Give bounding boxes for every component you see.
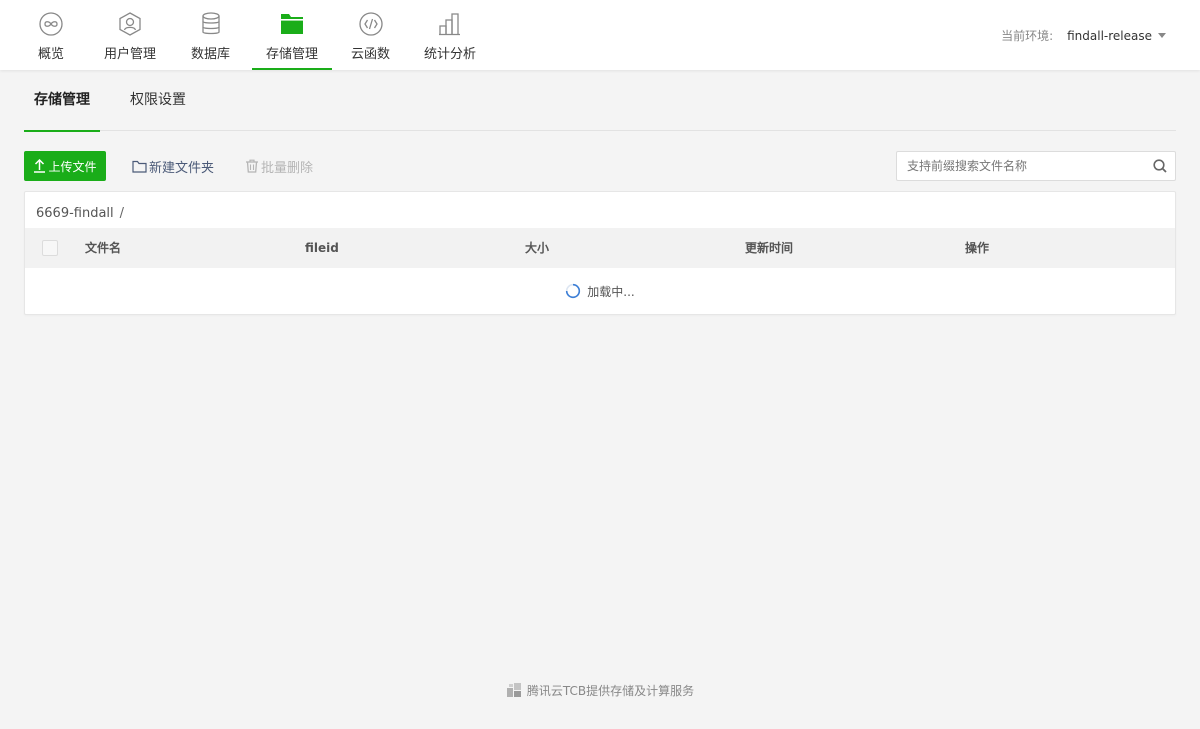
new-folder-button[interactable]: 新建文件夹 bbox=[132, 151, 214, 181]
loading-text: 加载中... bbox=[587, 284, 635, 299]
nav-label: 概览 bbox=[38, 47, 65, 62]
nav-label: 存储管理 bbox=[265, 47, 318, 62]
nav-label: 用户管理 bbox=[104, 47, 157, 62]
table-header: 文件名 fileid 大小 更新时间 操作 bbox=[25, 228, 1175, 268]
caret-down-icon bbox=[1158, 33, 1166, 38]
batch-delete-label: 批量删除 bbox=[261, 160, 314, 176]
nav-item-analytics[interactable]: 统计分析 bbox=[424, 0, 476, 70]
database-icon bbox=[201, 12, 220, 35]
breadcrumb-root[interactable]: 6669-findall bbox=[36, 206, 114, 221]
nav-item-functions[interactable]: 云函数 bbox=[351, 0, 390, 70]
environment-label: 当前环境: bbox=[1001, 29, 1054, 43]
search-box bbox=[896, 151, 1176, 181]
upload-file-label: 上传文件 bbox=[48, 159, 97, 174]
loading-spinner-icon bbox=[566, 283, 581, 299]
chart-icon bbox=[439, 13, 460, 36]
top-nav-bar: 概览 用户管理 数据库 存储管理 云函数 统计分析 当前环境: findall-… bbox=[0, 0, 1200, 70]
tencent-cloud-logo-icon bbox=[506, 683, 521, 697]
new-folder-label: 新建文件夹 bbox=[149, 160, 215, 176]
tab-label: 权限设置 bbox=[130, 92, 186, 108]
function-icon bbox=[358, 12, 383, 36]
search-icon[interactable] bbox=[1153, 159, 1167, 173]
nav-label: 数据库 bbox=[191, 47, 231, 62]
folder-outline-icon bbox=[132, 160, 147, 173]
footer-text: 腾讯云TCB提供存储及计算服务 bbox=[526, 683, 695, 698]
nav-label: 统计分析 bbox=[424, 47, 477, 62]
sub-tabs: 存储管理 权限设置 bbox=[24, 70, 1176, 132]
search-input[interactable] bbox=[897, 152, 1147, 180]
overview-icon bbox=[39, 12, 63, 36]
file-table-panel: 6669-findall / 文件名 fileid 大小 更新时间 操作 加载中.… bbox=[24, 191, 1176, 315]
nav-item-users[interactable]: 用户管理 bbox=[104, 0, 156, 70]
batch-delete-button[interactable]: 批量删除 bbox=[245, 151, 313, 181]
breadcrumb: 6669-findall / bbox=[36, 206, 124, 221]
environment-value: findall-release bbox=[1067, 28, 1152, 43]
tab-storage-management[interactable]: 存储管理 bbox=[24, 70, 100, 132]
footer: 腾讯云TCB提供存储及计算服务 bbox=[0, 680, 1200, 700]
tab-label: 存储管理 bbox=[34, 92, 90, 108]
upload-file-button[interactable]: 上传文件 bbox=[24, 151, 106, 181]
tab-permission-settings[interactable]: 权限设置 bbox=[130, 70, 186, 131]
active-tab-indicator bbox=[24, 130, 100, 132]
select-all-checkbox[interactable] bbox=[42, 240, 58, 256]
breadcrumb-separator: / bbox=[119, 206, 125, 221]
nav-item-database[interactable]: 数据库 bbox=[191, 0, 230, 70]
nav-item-storage[interactable]: 存储管理 bbox=[252, 0, 332, 70]
column-header-updated-time: 更新时间 bbox=[745, 241, 794, 255]
trash-icon bbox=[246, 159, 258, 173]
column-header-fileid: fileid bbox=[305, 241, 339, 255]
folder-icon bbox=[281, 14, 303, 34]
environment-selector[interactable]: 当前环境: findall-release bbox=[1001, 27, 1166, 44]
user-icon bbox=[119, 12, 141, 36]
column-header-actions: 操作 bbox=[965, 241, 990, 255]
nav-item-overview[interactable]: 概览 bbox=[38, 0, 64, 70]
nav-label: 云函数 bbox=[351, 47, 391, 62]
loading-indicator: 加载中... bbox=[25, 268, 1175, 314]
upload-icon bbox=[34, 159, 46, 173]
column-header-size: 大小 bbox=[525, 241, 550, 255]
column-header-filename: 文件名 bbox=[85, 241, 122, 255]
